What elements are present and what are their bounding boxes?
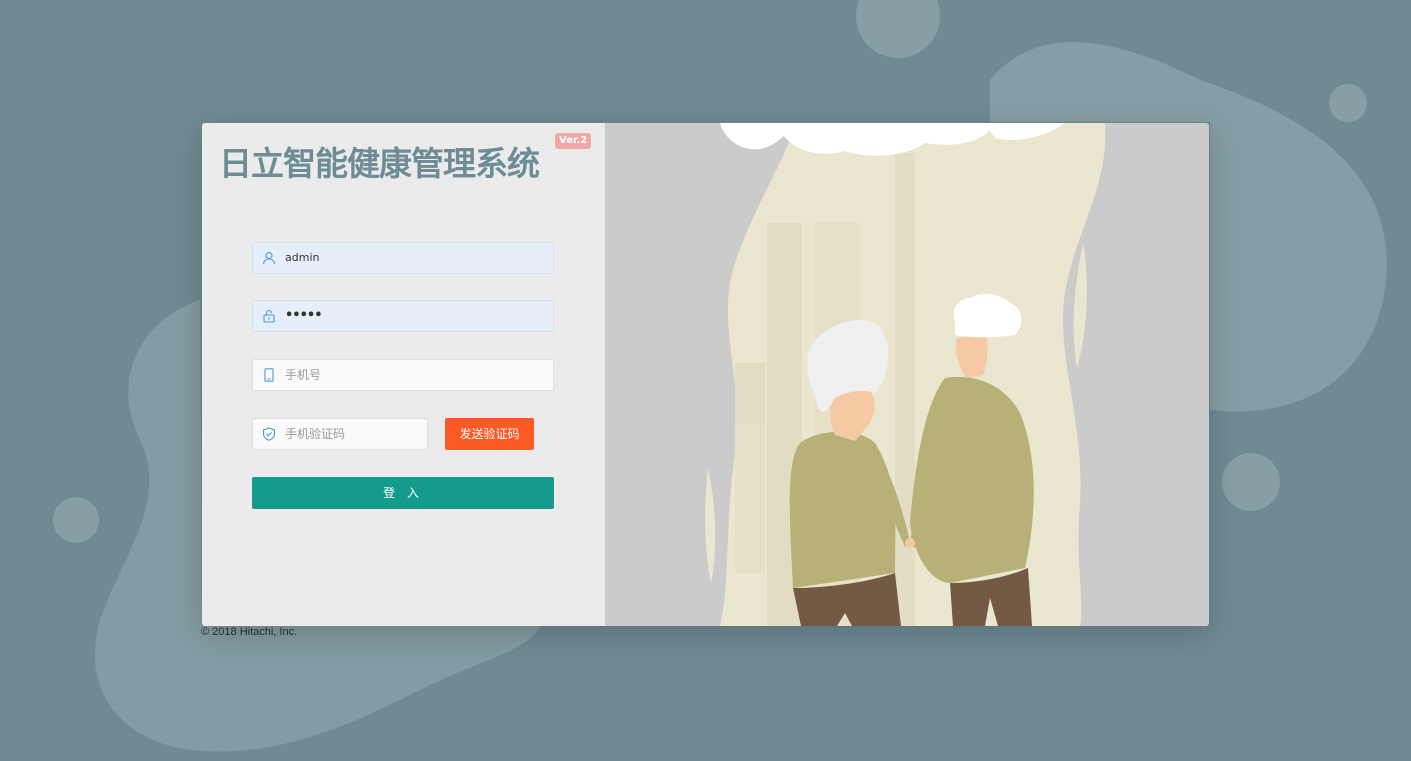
shield-check-icon <box>262 427 276 441</box>
copyright-text: © 2018 Hitachi, Inc. <box>201 626 298 638</box>
elderly-couple-illustration <box>705 123 1106 626</box>
app-title: 日立智能健康管理系统 <box>219 144 540 183</box>
password-field[interactable]: ••••• <box>252 300 554 332</box>
sms-code-field[interactable]: 手机验证码 <box>252 418 428 450</box>
send-code-button[interactable]: 发送验证码 <box>445 418 534 450</box>
login-button[interactable]: 登 入 <box>252 477 554 509</box>
phone-field[interactable]: 手机号 <box>252 359 554 391</box>
lock-icon <box>263 309 275 323</box>
version-badge: Ver.2 <box>555 133 592 149</box>
illustration-panel <box>605 123 1209 626</box>
username-field[interactable]: admin <box>252 242 554 274</box>
login-panel: 日立智能健康管理系统 Ver.2 admin ••••• 手机号 手机验证码 发… <box>202 123 605 626</box>
sms-code-placeholder: 手机验证码 <box>285 427 346 441</box>
user-icon <box>262 251 276 265</box>
username-value: admin <box>285 251 320 264</box>
password-value: ••••• <box>285 308 323 323</box>
mobile-phone-icon <box>264 368 274 382</box>
phone-placeholder: 手机号 <box>285 368 322 382</box>
login-card: 日立智能健康管理系统 Ver.2 admin ••••• 手机号 手机验证码 发… <box>202 123 1209 626</box>
